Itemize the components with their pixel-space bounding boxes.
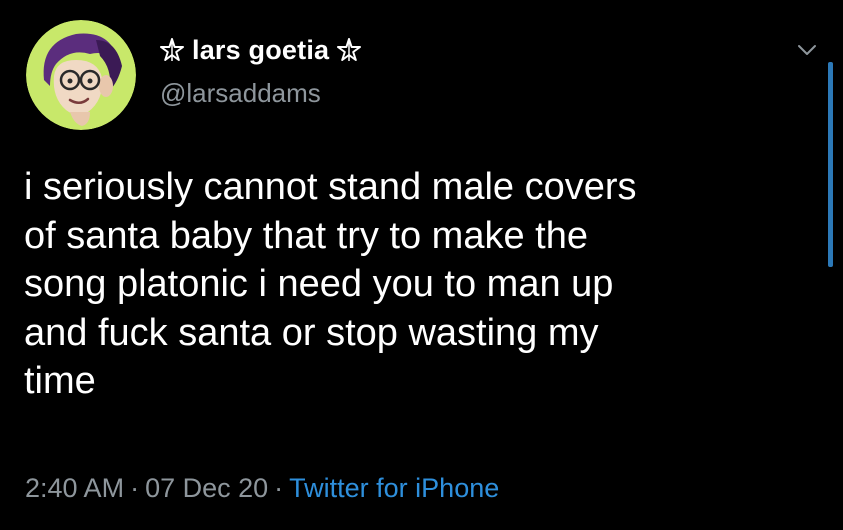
tweet-meta: 2:40 AM · 07 Dec 20 · Twitter for iPhone xyxy=(25,473,499,504)
avatar-illustration xyxy=(26,20,136,130)
pentagram-icon xyxy=(337,38,362,61)
user-handle[interactable]: @larsaddams xyxy=(160,78,361,109)
chevron-down-icon[interactable] xyxy=(794,40,820,60)
separator: · xyxy=(130,473,140,503)
pentagram-icon xyxy=(160,38,184,61)
tweet-header: lars goetia @larsaddams xyxy=(160,30,362,109)
tweet-card: lars goetia @larsaddams i seriously cann… xyxy=(0,0,843,530)
display-name[interactable]: lars goetia xyxy=(192,35,329,66)
scrollbar[interactable] xyxy=(828,62,833,267)
tweet-time[interactable]: 2:40 AM xyxy=(25,473,124,503)
name-row: lars goetia xyxy=(160,30,362,70)
tweet-source-link[interactable]: Twitter for iPhone xyxy=(289,473,499,503)
tweet-text: i seriously cannot stand male covers of … xyxy=(24,166,637,402)
tweet-date[interactable]: 07 Dec 20 xyxy=(145,473,268,503)
avatar[interactable] xyxy=(26,20,136,130)
separator: · xyxy=(274,473,284,503)
